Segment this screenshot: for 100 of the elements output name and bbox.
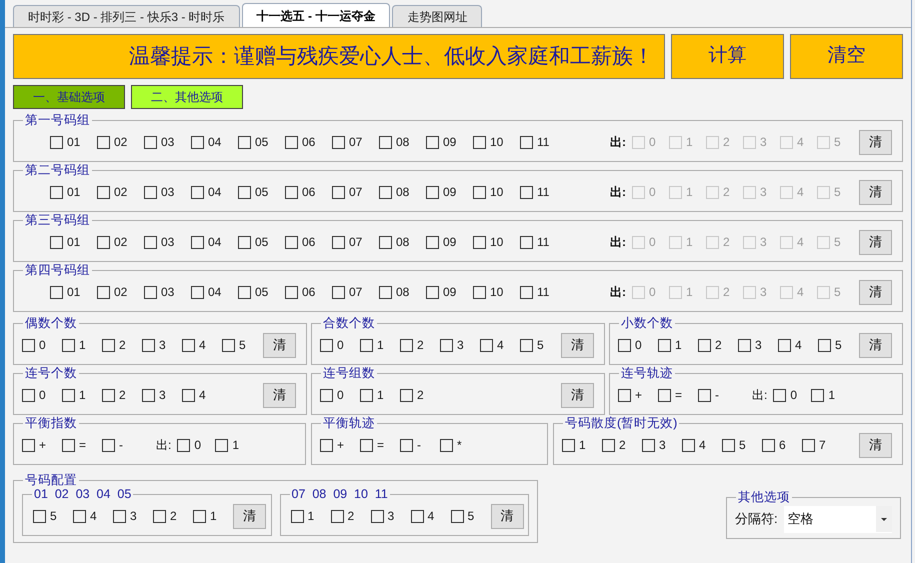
checkbox[interactable]: [113, 510, 126, 522]
checkbox[interactable]: [332, 186, 345, 198]
clear-button[interactable]: 清: [490, 504, 524, 528]
checkbox[interactable]: [97, 186, 110, 198]
tab[interactable]: 走势图网址: [392, 5, 482, 27]
checkbox[interactable]: [450, 510, 464, 522]
checkbox[interactable]: [698, 388, 711, 402]
checkbox[interactable]: [285, 286, 298, 298]
checkbox[interactable]: [618, 338, 631, 352]
checkbox[interactable]: [480, 338, 493, 352]
clear-button[interactable]: 清: [859, 180, 892, 204]
checkbox[interactable]: [320, 438, 333, 452]
checkbox[interactable]: [440, 438, 453, 452]
separator-select[interactable]: 空格: [784, 506, 892, 532]
checkbox[interactable]: [738, 338, 751, 352]
checkbox[interactable]: [698, 338, 711, 352]
checkbox[interactable]: [440, 338, 453, 352]
checkbox[interactable]: [177, 438, 190, 452]
clear-button[interactable]: 清: [561, 382, 594, 408]
checkbox[interactable]: [360, 338, 373, 352]
checkbox[interactable]: [722, 438, 735, 452]
checkbox[interactable]: [332, 136, 345, 148]
checkbox[interactable]: [426, 136, 439, 148]
checkbox[interactable]: [618, 388, 631, 402]
checkbox[interactable]: [22, 438, 35, 452]
checkbox[interactable]: [50, 286, 63, 298]
checkbox[interactable]: [520, 236, 533, 248]
checkbox[interactable]: [193, 510, 206, 522]
checkbox[interactable]: [818, 338, 831, 352]
clear-button[interactable]: 清: [263, 332, 296, 358]
checkbox[interactable]: [215, 438, 228, 452]
checkbox[interactable]: [144, 236, 157, 248]
checkbox[interactable]: [778, 338, 791, 352]
checkbox[interactable]: [320, 338, 333, 352]
checkbox[interactable]: [426, 236, 439, 248]
clear-button[interactable]: 清: [859, 230, 892, 254]
checkbox[interactable]: [682, 438, 695, 452]
tab[interactable]: 十一选五 - 十一运夺金: [242, 3, 390, 27]
checkbox[interactable]: [332, 286, 345, 298]
checkbox[interactable]: [473, 286, 486, 298]
checkbox[interactable]: [102, 438, 115, 452]
checkbox[interactable]: [22, 388, 35, 402]
checkbox[interactable]: [562, 438, 575, 452]
clear-button[interactable]: 清: [859, 432, 892, 458]
checkbox[interactable]: [191, 186, 204, 198]
checkbox[interactable]: [370, 510, 384, 522]
checkbox[interactable]: [285, 236, 298, 248]
checkbox[interactable]: [191, 286, 204, 298]
checkbox[interactable]: [144, 286, 157, 298]
checkbox[interactable]: [62, 438, 75, 452]
checkbox[interactable]: [473, 236, 486, 248]
checkbox[interactable]: [802, 438, 815, 452]
checkbox[interactable]: [97, 236, 110, 248]
checkbox[interactable]: [144, 136, 157, 148]
clear-button[interactable]: 清: [859, 130, 892, 154]
clear-button[interactable]: 清: [859, 332, 892, 358]
checkbox[interactable]: [762, 438, 775, 452]
checkbox[interactable]: [62, 338, 75, 352]
clear-button[interactable]: 清: [233, 504, 266, 528]
checkbox[interactable]: [50, 186, 63, 198]
checkbox[interactable]: [602, 438, 615, 452]
checkbox[interactable]: [360, 438, 373, 452]
checkbox[interactable]: [379, 286, 392, 298]
checkbox[interactable]: [191, 236, 204, 248]
checkbox[interactable]: [473, 186, 486, 198]
checkbox[interactable]: [238, 236, 251, 248]
checkbox[interactable]: [97, 286, 110, 298]
checkbox[interactable]: [332, 236, 345, 248]
clear-button[interactable]: 清: [263, 382, 296, 408]
checkbox[interactable]: [360, 388, 373, 402]
checkbox[interactable]: [520, 286, 533, 298]
checkbox[interactable]: [379, 136, 392, 148]
checkbox[interactable]: [153, 510, 166, 522]
checkbox[interactable]: [642, 438, 655, 452]
checkbox[interactable]: [238, 286, 251, 298]
checkbox[interactable]: [290, 510, 304, 522]
clear-button[interactable]: 清: [859, 280, 892, 304]
calculate-button[interactable]: 计算: [671, 34, 784, 79]
checkbox[interactable]: [426, 286, 439, 298]
checkbox[interactable]: [97, 136, 110, 148]
checkbox[interactable]: [144, 186, 157, 198]
checkbox[interactable]: [182, 338, 195, 352]
checkbox[interactable]: [238, 136, 251, 148]
checkbox[interactable]: [182, 388, 195, 402]
checkbox[interactable]: [50, 136, 63, 148]
checkbox[interactable]: [142, 338, 155, 352]
checkbox[interactable]: [426, 186, 439, 198]
checkbox[interactable]: [658, 388, 671, 402]
checkbox[interactable]: [520, 186, 533, 198]
checkbox[interactable]: [142, 388, 155, 402]
checkbox[interactable]: [473, 136, 486, 148]
option-tab[interactable]: 二、其他选项: [131, 85, 243, 109]
checkbox[interactable]: [520, 338, 533, 352]
checkbox[interactable]: [102, 338, 115, 352]
checkbox[interactable]: [400, 338, 413, 352]
checkbox[interactable]: [400, 388, 413, 402]
checkbox[interactable]: [320, 388, 333, 402]
option-tab[interactable]: 一、基础选项: [13, 85, 125, 109]
checkbox[interactable]: [73, 510, 86, 522]
clear-all-button[interactable]: 清空: [790, 34, 903, 79]
